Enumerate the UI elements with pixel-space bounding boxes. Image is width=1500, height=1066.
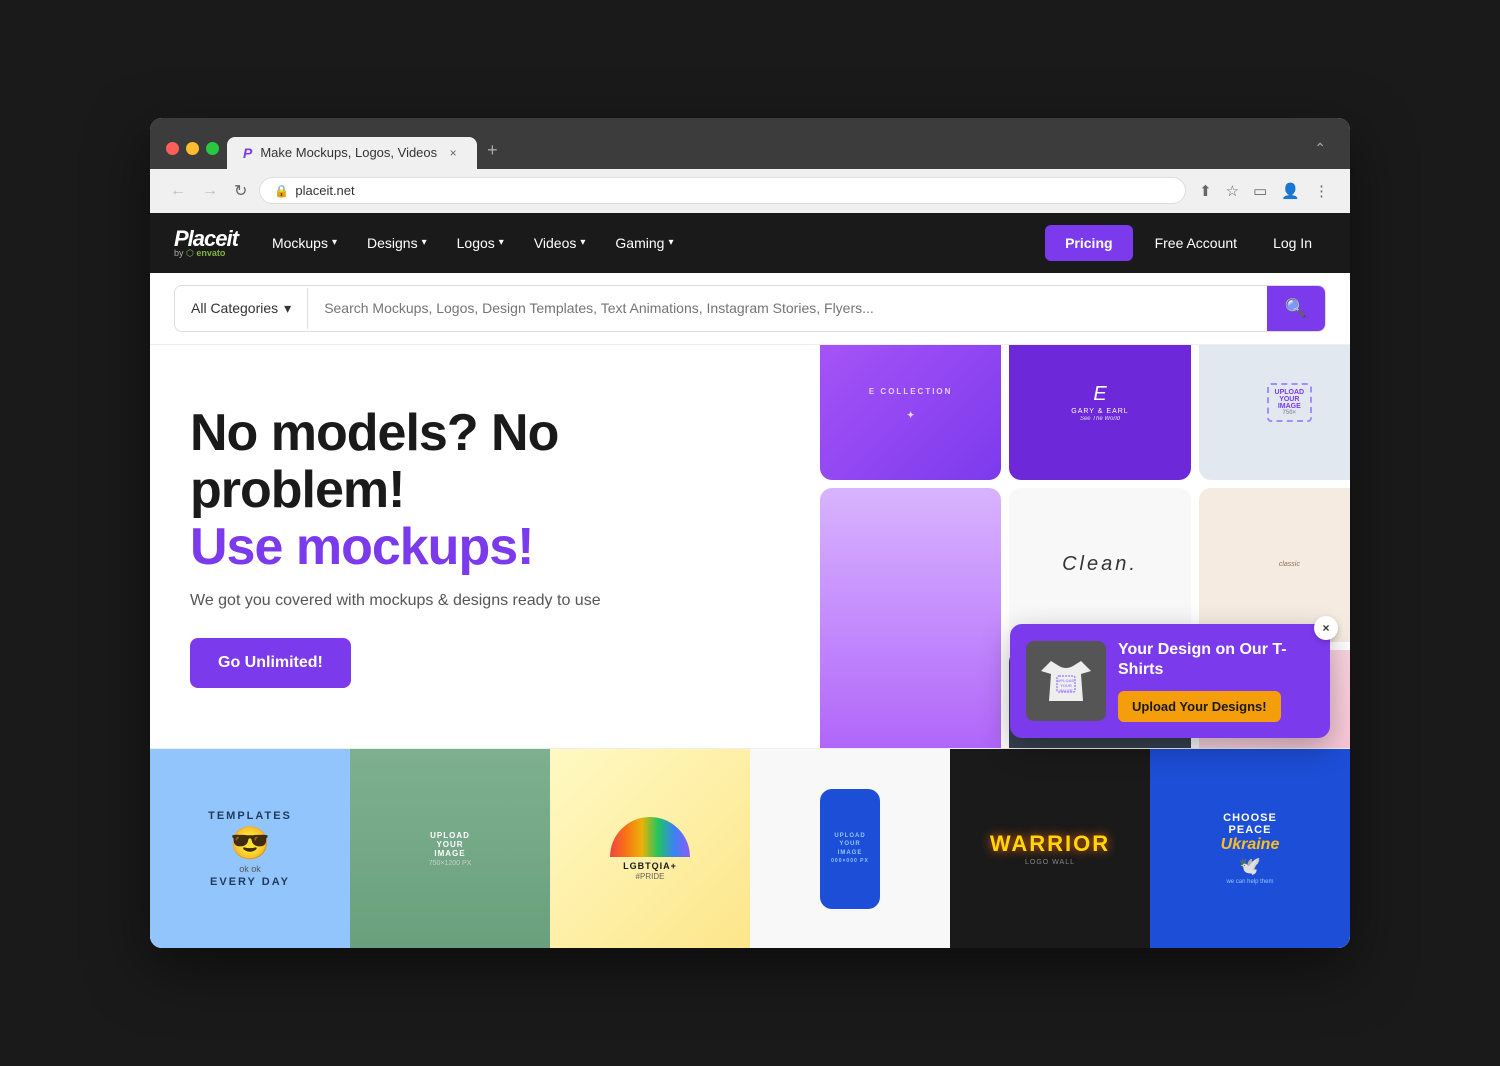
- menu-button[interactable]: ⋮: [1309, 177, 1334, 205]
- active-tab[interactable]: P Make Mockups, Logos, Videos ×: [227, 137, 477, 169]
- nav-item-gaming[interactable]: Gaming ▾: [601, 227, 687, 259]
- collage-item-fashion: fashion: [820, 487, 1001, 748]
- tshirt-svg: UPLOAD YOUR IMAGE: [1031, 646, 1101, 716]
- thumb-phone-case[interactable]: UPLOADYOURIMAGE 000×000 px: [750, 749, 950, 948]
- close-dot[interactable]: [166, 142, 179, 155]
- peace-text: PEACE: [1221, 824, 1280, 836]
- nav-item-mockups[interactable]: Mockups ▾: [258, 227, 351, 259]
- search-bar: All Categories ▾ 🔍: [174, 285, 1326, 332]
- nav-right: Pricing Free Account Log In: [1045, 225, 1326, 261]
- chevron-down-icon: ▾: [668, 237, 673, 248]
- share-button[interactable]: ⬆: [1194, 177, 1217, 205]
- site-content: Placeit by ⬡ envato Mockups ▾ Designs ▾: [150, 213, 1350, 949]
- thumb-lgbtqia[interactable]: LGBTQIA+ #PRIDE: [550, 749, 750, 948]
- collage-item-1: E COLLECTION ✦: [820, 345, 1001, 480]
- site-nav: Placeit by ⬡ envato Mockups ▾ Designs ▾: [150, 213, 1350, 273]
- nav-item-logos[interactable]: Logos ▾: [443, 227, 518, 259]
- browser-nav-actions: ⬆ ☆ ▭ 👤 ⋮: [1194, 177, 1334, 205]
- forward-button[interactable]: →: [198, 178, 222, 204]
- window-controls: ⌃: [1314, 140, 1334, 157]
- minimize-dot[interactable]: [186, 142, 199, 155]
- thumb-everyday-label: EVERY DAY: [210, 876, 290, 888]
- tab-title: Make Mockups, Logos, Videos: [260, 145, 437, 160]
- chevron-down-icon: ▾: [284, 300, 291, 317]
- popup-tshirt-image: UPLOAD YOUR IMAGE: [1026, 641, 1106, 721]
- logo[interactable]: Placeit by ⬡ envato: [174, 226, 238, 259]
- collage-item-clean: Clean.: [1009, 487, 1190, 642]
- address-bar[interactable]: 🔒 placeit.net: [259, 177, 1186, 204]
- nav-menu: Mockups ▾ Designs ▾ Logos ▾ Videos ▾ Gam…: [258, 227, 1041, 259]
- go-unlimited-button[interactable]: Go Unlimited!: [190, 638, 351, 688]
- ukraine-text: Ukraine: [1221, 836, 1280, 854]
- popup-close-button[interactable]: ×: [1314, 616, 1338, 640]
- thumb-ukraine[interactable]: CHOOSE PEACE Ukraine 🕊️ we can help them: [1150, 749, 1350, 948]
- free-account-button[interactable]: Free Account: [1141, 225, 1252, 261]
- browser-dots: [166, 138, 219, 159]
- collage-item-3: UPLOAD YOUR IMAGE 750×: [1199, 345, 1350, 480]
- category-label: All Categories: [191, 300, 278, 316]
- thumb-templates-label: TEMPLATES: [208, 810, 292, 822]
- hero-section: No models? No problem! Use mockups! We g…: [150, 345, 1350, 949]
- search-bar-wrapper: All Categories ▾ 🔍: [150, 273, 1350, 345]
- popup-overlay: × UPLOAD YOUR IMAGE Your Design: [1010, 624, 1330, 739]
- search-button[interactable]: 🔍: [1267, 286, 1325, 331]
- refresh-button[interactable]: ↻: [230, 177, 251, 205]
- profile-button[interactable]: 👤: [1276, 177, 1305, 205]
- thumb-warrior[interactable]: WARRIOR LOGO WALL: [950, 749, 1150, 948]
- search-icon: 🔍: [1285, 298, 1307, 318]
- login-button[interactable]: Log In: [1259, 225, 1326, 261]
- thumb-templates[interactable]: TEMPLATES 😎 ok ok EVERY DAY: [150, 749, 350, 948]
- tab-bar: P Make Mockups, Logos, Videos × +: [227, 132, 506, 169]
- maximize-dot[interactable]: [206, 142, 219, 155]
- new-tab-button[interactable]: +: [479, 132, 506, 169]
- popup-title: Your Design on Our T-Shirts: [1118, 640, 1314, 682]
- back-button[interactable]: ←: [166, 178, 190, 204]
- svg-text:IMAGE: IMAGE: [1059, 688, 1072, 693]
- warrior-text: WARRIOR: [990, 831, 1110, 857]
- search-input[interactable]: [308, 288, 1266, 328]
- pricing-button[interactable]: Pricing: [1045, 225, 1132, 261]
- lock-icon: 🔒: [274, 184, 289, 198]
- upload-designs-button[interactable]: Upload Your Designs!: [1118, 691, 1281, 722]
- category-dropdown[interactable]: All Categories ▾: [175, 288, 308, 329]
- choose-text: CHOOSE: [1221, 812, 1280, 824]
- hero-title-purple: Use mockups!: [190, 519, 770, 576]
- reader-view-button[interactable]: ▭: [1248, 177, 1272, 205]
- thumb-man-tshirt[interactable]: UPLOAD YOUR IMAGE 750×1200 PX: [350, 749, 550, 948]
- browser-nav: ← → ↻ 🔒 placeit.net ⬆ ☆ ▭ 👤 ⋮: [150, 169, 1350, 213]
- thumbnail-grid: TEMPLATES 😎 ok ok EVERY DAY UPLOAD YOUR …: [150, 748, 1350, 948]
- popup-content: Your Design on Our T-Shirts Upload Your …: [1118, 640, 1314, 723]
- nav-item-videos[interactable]: Videos ▾: [520, 227, 600, 259]
- url-text: placeit.net: [295, 183, 354, 198]
- ukraine-flag-icon: 🕊️: [1221, 856, 1280, 877]
- browser-titlebar: P Make Mockups, Logos, Videos × + ⌃: [150, 118, 1350, 169]
- hero-subtitle: We got you covered with mockups & design…: [190, 592, 770, 610]
- chevron-down-icon: ▾: [422, 237, 427, 248]
- chevron-down-icon: ▾: [499, 237, 504, 248]
- bookmark-button[interactable]: ☆: [1221, 177, 1244, 205]
- hero-title-dark: No models? No problem!: [190, 405, 770, 519]
- nav-item-designs[interactable]: Designs ▾: [353, 227, 441, 259]
- tab-favicon: P: [243, 145, 252, 161]
- chevron-down-icon: ▾: [332, 237, 337, 248]
- templates-emoji: 😎: [230, 824, 270, 862]
- chevron-down-icon: ▾: [580, 237, 585, 248]
- hero-text: No models? No problem! Use mockups! We g…: [150, 345, 810, 749]
- collage-item-2: E GARY & EARL See The World: [1009, 345, 1190, 480]
- tab-close-button[interactable]: ×: [445, 145, 461, 161]
